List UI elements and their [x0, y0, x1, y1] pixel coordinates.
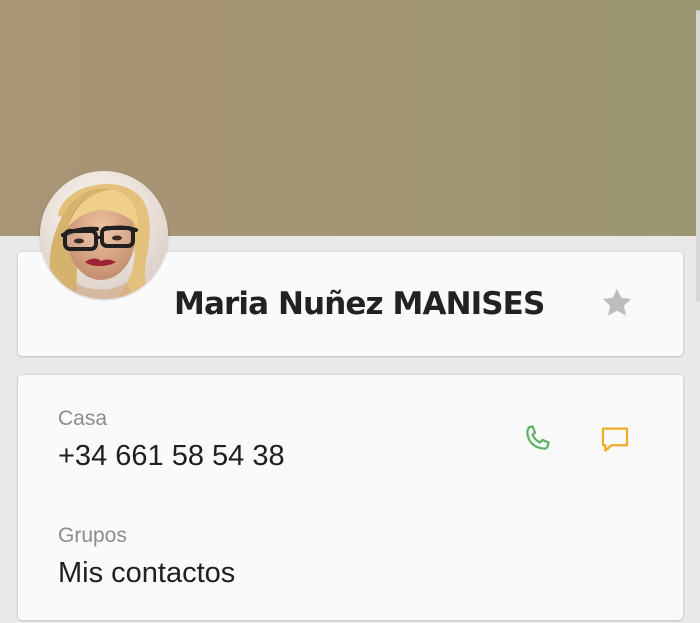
- call-button[interactable]: [516, 418, 558, 460]
- avatar[interactable]: [40, 171, 168, 299]
- phone-label: Casa: [58, 407, 108, 430]
- phone-icon: [526, 425, 550, 450]
- contact-details-screen: Maria Nuñez MANISES Casa +34 661 58 54 3…: [0, 0, 700, 623]
- message-icon: [601, 427, 629, 452]
- contact-details-card: Casa +34 661 58 54 38 Grupos Mis contact…: [18, 375, 683, 620]
- scrollbar[interactable]: [696, 10, 700, 302]
- message-button[interactable]: [594, 419, 636, 461]
- star-icon[interactable]: [599, 285, 635, 321]
- phone-number[interactable]: +34 661 58 54 38: [58, 440, 285, 473]
- groups-value[interactable]: Mis contactos: [58, 557, 235, 590]
- contact-name: Maria Nuñez MANISES: [174, 286, 545, 322]
- groups-label: Grupos: [58, 524, 127, 547]
